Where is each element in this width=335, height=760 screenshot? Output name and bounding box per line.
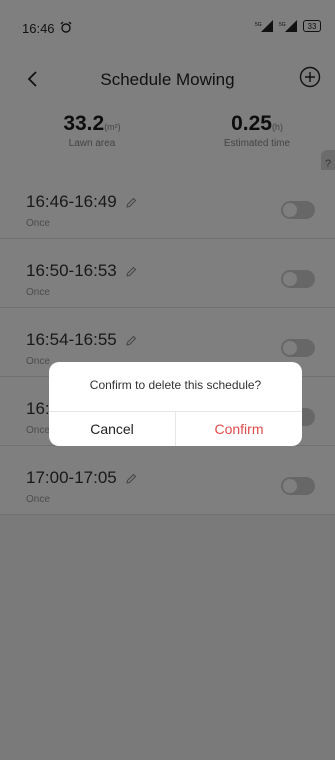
schedule-mowing-screen: 16:46 5G 5G 33 Schedule Mowing 33.2(m²) — [0, 0, 335, 760]
delete-confirm-dialog: Confirm to delete this schedule? Cancel … — [49, 362, 302, 446]
confirm-button[interactable]: Confirm — [176, 412, 302, 446]
dialog-message: Confirm to delete this schedule? — [89, 378, 262, 392]
cancel-button[interactable]: Cancel — [49, 412, 175, 446]
